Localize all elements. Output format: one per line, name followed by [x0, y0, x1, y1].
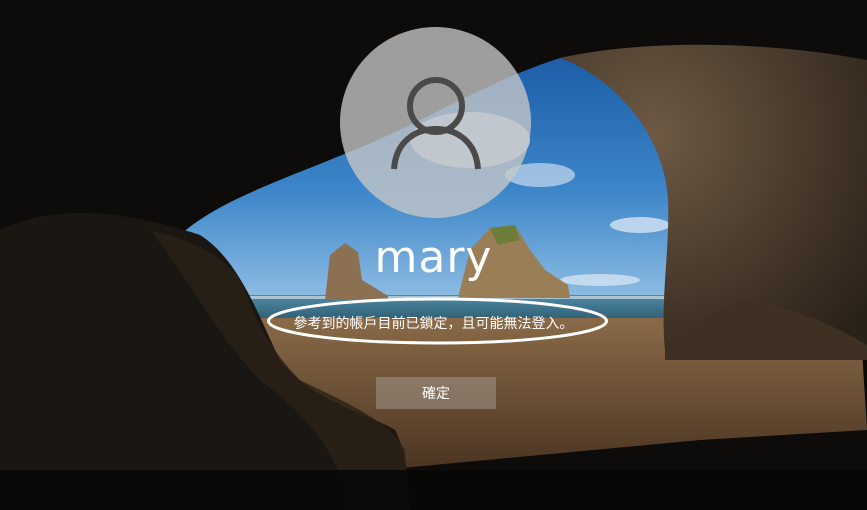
user-avatar [340, 27, 531, 218]
lock-message: 參考到的帳戶目前已鎖定，且可能無法登入。 [293, 316, 574, 332]
username: mary [374, 232, 493, 283]
ok-button[interactable]: 確定 [376, 377, 496, 409]
user-icon [386, 71, 486, 175]
